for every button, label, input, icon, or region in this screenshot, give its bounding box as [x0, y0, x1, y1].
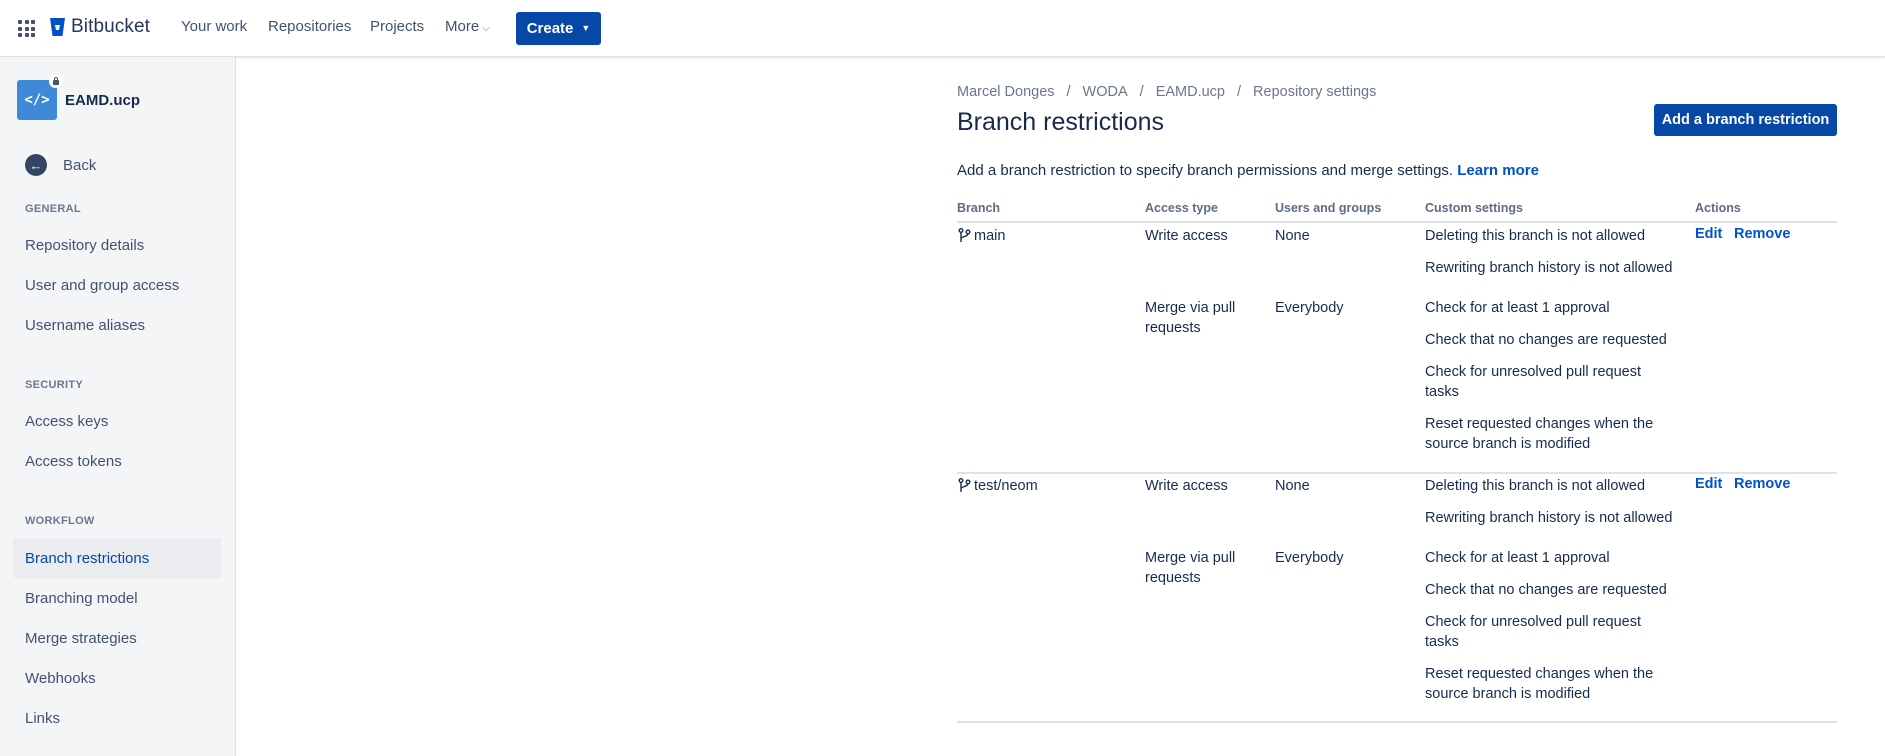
nav-repositories[interactable]: Repositories	[268, 18, 351, 35]
users-merge: Everybody	[1275, 300, 1344, 316]
product-name: Bitbucket	[71, 16, 151, 37]
custom-setting: Reset requested changes when the source …	[1425, 666, 1654, 702]
intro-text: Add a branch restriction to specify bran…	[957, 162, 1539, 179]
sidebar-item-branching-model[interactable]: Branching model	[13, 578, 221, 618]
breadcrumb-separator: /	[1237, 84, 1242, 100]
app-switcher-icon[interactable]	[18, 20, 35, 37]
sidebar-item-branch-restrictions[interactable]: Branch restrictions	[13, 538, 221, 578]
arrow-left-icon: ←	[25, 154, 47, 176]
repo-name: EAMD.ucp	[65, 91, 140, 109]
column-header-access-type: Access type	[1145, 201, 1218, 215]
lock-icon	[49, 75, 62, 88]
sidebar-item-username-aliases[interactable]: Username aliases	[13, 305, 221, 345]
sidebar-item-links[interactable]: Links	[13, 698, 221, 738]
nav-more-label: More	[445, 18, 480, 35]
edit-link[interactable]: Edit	[1695, 476, 1722, 492]
custom-setting: Check that no changes are requested	[1425, 332, 1667, 348]
table-bottom-divider	[957, 721, 1837, 723]
repo-header[interactable]: </> EAMD.ucp	[17, 75, 140, 120]
sidebar-item-user-group-access[interactable]: User and group access	[13, 265, 221, 305]
nav-more[interactable]: More ⌵	[445, 18, 490, 35]
custom-setting: Deleting this branch is not allowed	[1425, 478, 1646, 494]
column-header-custom-settings: Custom settings	[1425, 201, 1523, 215]
custom-setting: Check that no changes are requested	[1425, 582, 1667, 598]
edit-link[interactable]: Edit	[1695, 226, 1722, 242]
column-header-actions: Actions	[1695, 201, 1741, 215]
section-workflow: WORKFLOW	[25, 515, 95, 527]
back-button[interactable]: ← Back	[25, 154, 96, 176]
chevron-down-icon: ▼	[581, 22, 591, 33]
branch-icon	[958, 478, 971, 492]
bitbucket-icon	[50, 18, 65, 36]
custom-setting: Deleting this branch is not allowed	[1425, 228, 1646, 244]
nav-projects[interactable]: Projects	[370, 18, 424, 35]
remove-link[interactable]: Remove	[1734, 226, 1790, 242]
sidebar-item-access-tokens[interactable]: Access tokens	[13, 441, 221, 481]
access-type-write: Write access	[1145, 478, 1228, 494]
breadcrumb-project[interactable]: WODA	[1083, 84, 1128, 100]
users-merge: Everybody	[1275, 550, 1344, 566]
add-branch-restriction-button[interactable]: Add a branch restriction	[1654, 104, 1837, 136]
breadcrumb-repo[interactable]: EAMD.ucp	[1156, 84, 1225, 100]
create-button[interactable]: Create ▼	[516, 12, 601, 45]
users-write: None	[1275, 228, 1310, 244]
column-header-branch: Branch	[957, 201, 1001, 215]
users-write: None	[1275, 478, 1310, 494]
access-type-merge: Merge via pull requests	[1145, 300, 1236, 336]
custom-setting: Check for unresolved pull request tasks	[1425, 614, 1642, 650]
sidebar-item-webhooks[interactable]: Webhooks	[13, 658, 221, 698]
branch-icon	[958, 228, 971, 242]
breadcrumb-owner[interactable]: Marcel Donges	[957, 84, 1055, 100]
back-label: Back	[63, 156, 97, 174]
learn-more-link[interactable]: Learn more	[1457, 162, 1539, 179]
branch-name: test/neom	[974, 478, 1038, 494]
custom-setting: Rewriting branch history is not allowed	[1425, 510, 1673, 526]
branch-name: main	[974, 228, 1006, 244]
nav-your-work[interactable]: Your work	[181, 18, 247, 35]
access-type-merge: Merge via pull requests	[1145, 550, 1236, 586]
custom-setting: Check for unresolved pull request tasks	[1425, 364, 1642, 400]
breadcrumb-separator: /	[1139, 84, 1144, 100]
section-general: GENERAL	[25, 203, 81, 215]
breadcrumb-separator: /	[1066, 84, 1071, 100]
row-divider	[957, 472, 1837, 474]
breadcrumb-settings[interactable]: Repository settings	[1253, 84, 1376, 100]
access-type-write: Write access	[1145, 228, 1228, 244]
sidebar: </> EAMD.ucp ← Back GENERAL Repository d…	[0, 57, 236, 756]
table-row-branch: main	[958, 226, 1005, 246]
repo-avatar: </>	[17, 75, 62, 120]
custom-setting: Check for at least 1 approval	[1425, 550, 1610, 566]
top-navigation: Bitbucket Your work Repositories Project…	[0, 0, 1885, 57]
bitbucket-logo[interactable]: Bitbucket	[49, 16, 150, 38]
custom-setting: Reset requested changes when the source …	[1425, 416, 1654, 452]
remove-link[interactable]: Remove	[1734, 476, 1790, 492]
column-header-users-groups: Users and groups	[1275, 201, 1382, 215]
code-icon: </>	[24, 92, 50, 108]
create-button-label: Create	[526, 20, 574, 37]
section-security: SECURITY	[25, 379, 84, 391]
header-divider	[957, 221, 1837, 223]
sidebar-item-merge-strategies[interactable]: Merge strategies	[13, 618, 221, 658]
chevron-down-icon: ⌵	[482, 23, 490, 34]
sidebar-item-repository-details[interactable]: Repository details	[13, 225, 221, 265]
custom-setting: Check for at least 1 approval	[1425, 300, 1610, 316]
intro-description: Add a branch restriction to specify bran…	[957, 162, 1454, 179]
breadcrumb: Marcel Donges / WODA / EAMD.ucp / Reposi…	[957, 84, 1376, 100]
table-row-branch: test/neom	[958, 476, 1038, 496]
sidebar-item-access-keys[interactable]: Access keys	[13, 401, 221, 441]
page-title: Branch restrictions	[957, 108, 1165, 136]
custom-setting: Rewriting branch history is not allowed	[1425, 260, 1673, 276]
